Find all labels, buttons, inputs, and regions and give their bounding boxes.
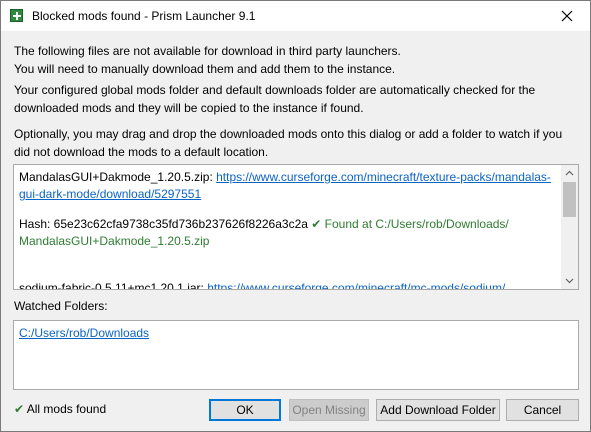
intro-line-4: downloaded mods and they will be copied … xyxy=(14,101,364,115)
blocked-mods-dialog: Blocked mods found - Prism Launcher 9.1 … xyxy=(0,0,591,432)
intro-line-6: did not download the mods to a default l… xyxy=(14,145,269,159)
close-icon xyxy=(561,10,573,22)
mod-entry-2-header: sodium-fabric-0.5.11+mc1.20.1.jar: https… xyxy=(19,280,559,290)
blocked-mods-list[interactable]: MandalasGUI+Dakmode_1.20.5.zip: https://… xyxy=(13,164,579,290)
watched-folders-label: Watched Folders: xyxy=(14,299,108,313)
mod-download-link[interactable]: https://www.curseforge.com/minecraft/tex… xyxy=(216,170,551,184)
mod-entry-1-hash: Hash: 65e23c62cfa9738c35fd736b237626f822… xyxy=(19,216,559,233)
mod-download-link[interactable]: https://www.curseforge.com/minecraft/mc-… xyxy=(207,281,505,289)
watched-folder-item[interactable]: C:/Users/rob/Downloads xyxy=(19,326,149,340)
mod-entry-1-link-cont: gui-dark-mode/download/5297551 xyxy=(19,186,559,203)
status-indicator: ✔ All mods found xyxy=(14,402,106,416)
scroll-down-arrow-icon[interactable] xyxy=(561,272,578,289)
intro-line-1: The following files are not available fo… xyxy=(14,44,401,58)
add-download-folder-button[interactable]: Add Download Folder xyxy=(376,399,500,421)
mod-found-location: Found at C:/Users/rob/Downloads/ xyxy=(324,217,509,231)
status-text: All mods found xyxy=(26,402,107,416)
mod-filename: sodium-fabric-0.5.11+mc1.20.1.jar: xyxy=(19,281,204,290)
prism-launcher-app-icon xyxy=(10,9,23,22)
mod-filename: MandalasGUI+Dakmode_1.20.5.zip: xyxy=(19,170,213,184)
scrollbar-thumb[interactable] xyxy=(563,182,576,217)
mod-entry-1-header: MandalasGUI+Dakmode_1.20.5.zip: https://… xyxy=(19,169,559,186)
close-window-button[interactable] xyxy=(546,1,590,31)
mod-download-link-cont[interactable]: gui-dark-mode/download/5297551 xyxy=(19,187,201,201)
title-bar: Blocked mods found - Prism Launcher 9.1 xyxy=(1,1,590,31)
ok-button[interactable]: OK xyxy=(209,399,281,421)
blocked-mods-content: MandalasGUI+Dakmode_1.20.5.zip: https://… xyxy=(19,169,559,290)
vertical-scrollbar[interactable] xyxy=(561,165,578,289)
open-missing-button[interactable]: Open Missing xyxy=(289,399,369,421)
watched-folders-list[interactable]: C:/Users/rob/Downloads xyxy=(13,320,579,390)
intro-line-5: Optionally, you may drag and drop the do… xyxy=(14,127,563,141)
mod-found-location-cont: MandalasGUI+Dakmode_1.20.5.zip xyxy=(19,234,210,248)
cancel-button[interactable]: Cancel xyxy=(506,399,579,421)
window-title: Blocked mods found - Prism Launcher 9.1 xyxy=(32,9,256,23)
mod-entry-1-found-cont: MandalasGUI+Dakmode_1.20.5.zip xyxy=(19,233,559,250)
check-mark-icon: ✔ xyxy=(311,217,322,231)
check-mark-icon: ✔ xyxy=(14,402,25,416)
intro-line-2: You will need to manually download them … xyxy=(14,62,396,76)
mod-hash: Hash: 65e23c62cfa9738c35fd736b237626f822… xyxy=(19,217,308,231)
scroll-up-arrow-icon[interactable] xyxy=(561,165,578,182)
intro-line-3: Your configured global mods folder and d… xyxy=(14,83,536,97)
